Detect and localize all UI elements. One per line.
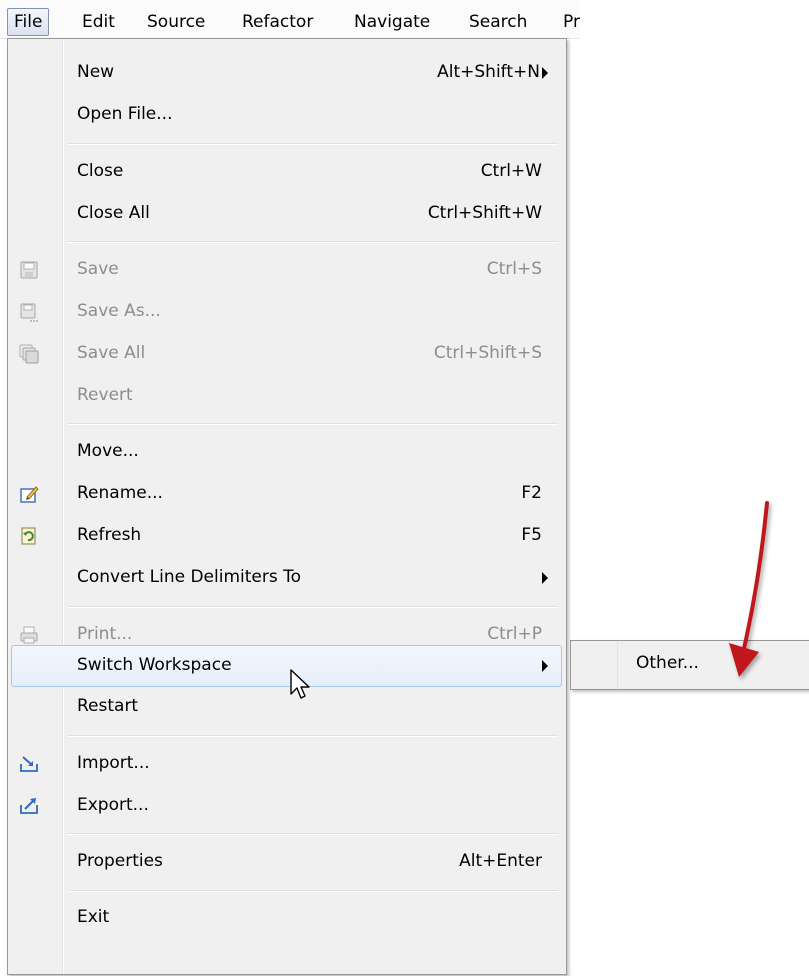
menu-item-label: Print... (77, 624, 133, 644)
menu-separator (68, 890, 558, 892)
menu-item-shortcut: Ctrl+S (486, 259, 542, 279)
menu-item-label: Move... (77, 441, 139, 461)
menu-item-save-all[interactable]: Save All Ctrl+Shift+S (8, 334, 566, 374)
save-icon (20, 261, 38, 279)
menu-item-new[interactable]: New Alt+Shift+N (8, 53, 566, 93)
menu-separator (68, 833, 558, 835)
annotation-arrow-icon (729, 501, 769, 677)
refresh-icon (21, 527, 36, 545)
menu-item-label: Revert (77, 385, 133, 405)
import-icon (20, 756, 38, 772)
menu-item-convert-line-delimiters[interactable]: Convert Line Delimiters To (8, 558, 566, 598)
menu-item-save-as[interactable]: Save As... (8, 292, 566, 332)
menu-separator (68, 423, 558, 425)
menu-item-revert[interactable]: Revert (8, 376, 566, 416)
menu-item-label: Save As... (77, 301, 161, 321)
menu-item-label: Export... (77, 795, 149, 815)
menu-item-exit[interactable]: Exit (8, 898, 566, 938)
menu-item-open-file[interactable]: Open File... (8, 95, 566, 135)
menu-item-label: Refresh (77, 525, 142, 545)
menu-item-label: Restart (77, 696, 139, 716)
save-as-icon (20, 303, 38, 322)
menu-item-properties[interactable]: Properties Alt+Enter (8, 842, 566, 882)
menu-item-shortcut: Ctrl+Shift+S (433, 343, 542, 363)
menu-bar: File Edit Source Refactor Navigate Searc… (0, 0, 580, 39)
menu-item-label: Close All (77, 203, 150, 223)
menu-item-close[interactable]: Close Ctrl+W (8, 152, 566, 192)
submenu-arrow-icon (542, 660, 548, 672)
rename-icon (20, 486, 39, 503)
menu-item-shortcut: F5 (521, 525, 542, 545)
menu-item-close-all[interactable]: Close All Ctrl+Shift+W (8, 194, 566, 234)
menu-refactor[interactable]: Refactor (242, 10, 313, 34)
menu-separator (68, 143, 558, 145)
menu-search[interactable]: Search (469, 10, 527, 34)
menu-item-shortcut: Ctrl+P (487, 624, 542, 644)
menu-separator (68, 241, 558, 243)
submenu-item-other[interactable]: Other... (636, 653, 699, 673)
menu-item-label: Open File... (77, 104, 173, 124)
menu-item-shortcut: Ctrl+W (480, 161, 542, 181)
menu-item-label: Save (77, 259, 119, 279)
menu-item-save[interactable]: Save Ctrl+S (8, 250, 566, 290)
menu-separator (68, 606, 558, 608)
menu-item-label: Convert Line Delimiters To (77, 567, 302, 587)
menu-item-rename[interactable]: Rename... F2 (8, 474, 566, 514)
menu-item-label: Save All (77, 343, 146, 363)
menu-item-refresh[interactable]: Refresh F5 (8, 516, 566, 556)
export-icon (20, 798, 38, 814)
save-all-icon (19, 344, 39, 364)
menu-item-shortcut: F2 (521, 483, 542, 503)
print-icon (20, 626, 38, 644)
menu-project[interactable]: Pr (563, 10, 580, 34)
menu-item-label: Rename... (77, 483, 163, 503)
menu-edit[interactable]: Edit (82, 10, 115, 34)
submenu-icon-gutter (571, 641, 618, 689)
menu-source[interactable]: Source (147, 10, 205, 34)
menu-item-shortcut: Alt+Shift+N (437, 62, 540, 82)
menu-item-label: Properties (77, 851, 163, 871)
mouse-cursor-icon (290, 669, 310, 699)
menu-item-shortcut: Ctrl+Shift+W (427, 203, 542, 223)
menu-item-import[interactable]: Import... (8, 744, 566, 784)
menu-navigate[interactable]: Navigate (354, 10, 430, 34)
menu-item-label: Switch Workspace (77, 655, 232, 675)
menu-item-label: Import... (77, 753, 150, 773)
submenu-arrow-icon (542, 572, 548, 584)
menu-item-switch-workspace[interactable]: Switch Workspace (11, 645, 562, 687)
menu-item-export[interactable]: Export... (8, 786, 566, 826)
menu-item-shortcut: Alt+Enter (459, 851, 542, 871)
menu-item-label: Exit (77, 907, 110, 927)
file-menu-dropdown: New Alt+Shift+N Open File... Close Ctrl+… (7, 38, 567, 975)
menu-separator (68, 735, 558, 737)
menu-item-label: Close (77, 161, 124, 181)
menu-item-move[interactable]: Move... (8, 432, 566, 472)
menu-item-label: New (77, 62, 115, 82)
submenu-arrow-icon (542, 67, 548, 79)
menu-file[interactable]: File (7, 8, 50, 36)
menu-item-restart[interactable]: Restart (8, 687, 566, 727)
